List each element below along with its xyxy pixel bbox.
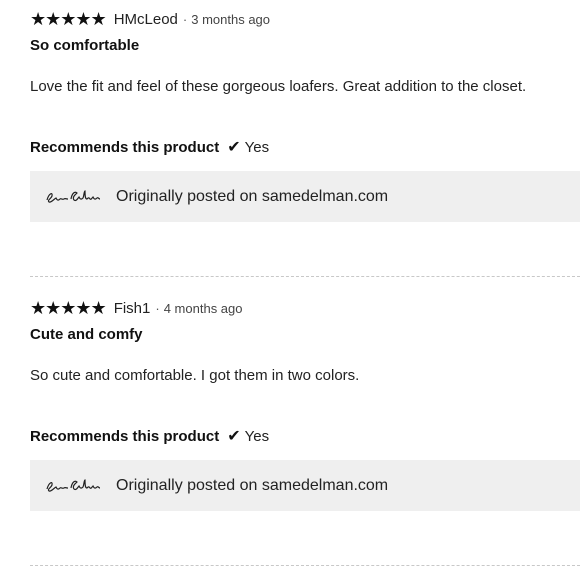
meta-separator: ·	[155, 300, 160, 316]
recommend-value: Yes	[244, 138, 270, 156]
recommend-value: Yes	[244, 427, 270, 445]
sam-edelman-logo-icon	[46, 478, 101, 492]
review-title: So comfortable	[30, 37, 140, 54]
source-text: Originally posted on samedelman.com	[116, 476, 389, 494]
review-author: Fish1	[113, 299, 151, 317]
recommendation: Recommends this product ✔ Yes	[30, 137, 580, 157]
review-card: ★★★★★ HMcLeod · 3 months ago So comforta…	[30, 8, 580, 222]
source-text: Originally posted on samedelman.com	[116, 187, 389, 205]
star-rating: ★★★★★	[30, 9, 107, 29]
meta-separator: ·	[182, 11, 188, 27]
review-divider	[30, 565, 580, 566]
recommendation: Recommends this product ✔ Yes	[30, 426, 580, 446]
review-meta: ★★★★★ HMcLeod · 3 months ago	[30, 8, 580, 30]
star-rating: ★★★★★	[30, 298, 107, 318]
review-body: Love the fit and feel of these gorgeous …	[30, 78, 527, 95]
source-box: Originally posted on samedelman.com	[30, 460, 580, 511]
source-box: Originally posted on samedelman.com	[30, 171, 580, 222]
check-icon: ✔	[227, 139, 241, 156]
review-time: 4 months ago	[163, 300, 243, 316]
review-divider	[30, 276, 580, 277]
check-icon: ✔	[227, 428, 241, 445]
recommend-label: Recommends this product	[30, 427, 220, 445]
review-card: ★★★★★ Fish1 · 4 months ago Cute and comf…	[30, 297, 580, 511]
sam-edelman-logo-icon	[46, 189, 101, 203]
review-title: Cute and comfy	[30, 326, 143, 343]
review-author: HMcLeod	[113, 10, 178, 28]
recommend-label: Recommends this product	[30, 138, 220, 156]
review-meta: ★★★★★ Fish1 · 4 months ago	[30, 297, 580, 319]
review-body: So cute and comfortable. I got them in t…	[30, 367, 360, 384]
review-time: 3 months ago	[191, 11, 271, 27]
reviews-list: ★★★★★ HMcLeod · 3 months ago So comforta…	[0, 0, 580, 580]
